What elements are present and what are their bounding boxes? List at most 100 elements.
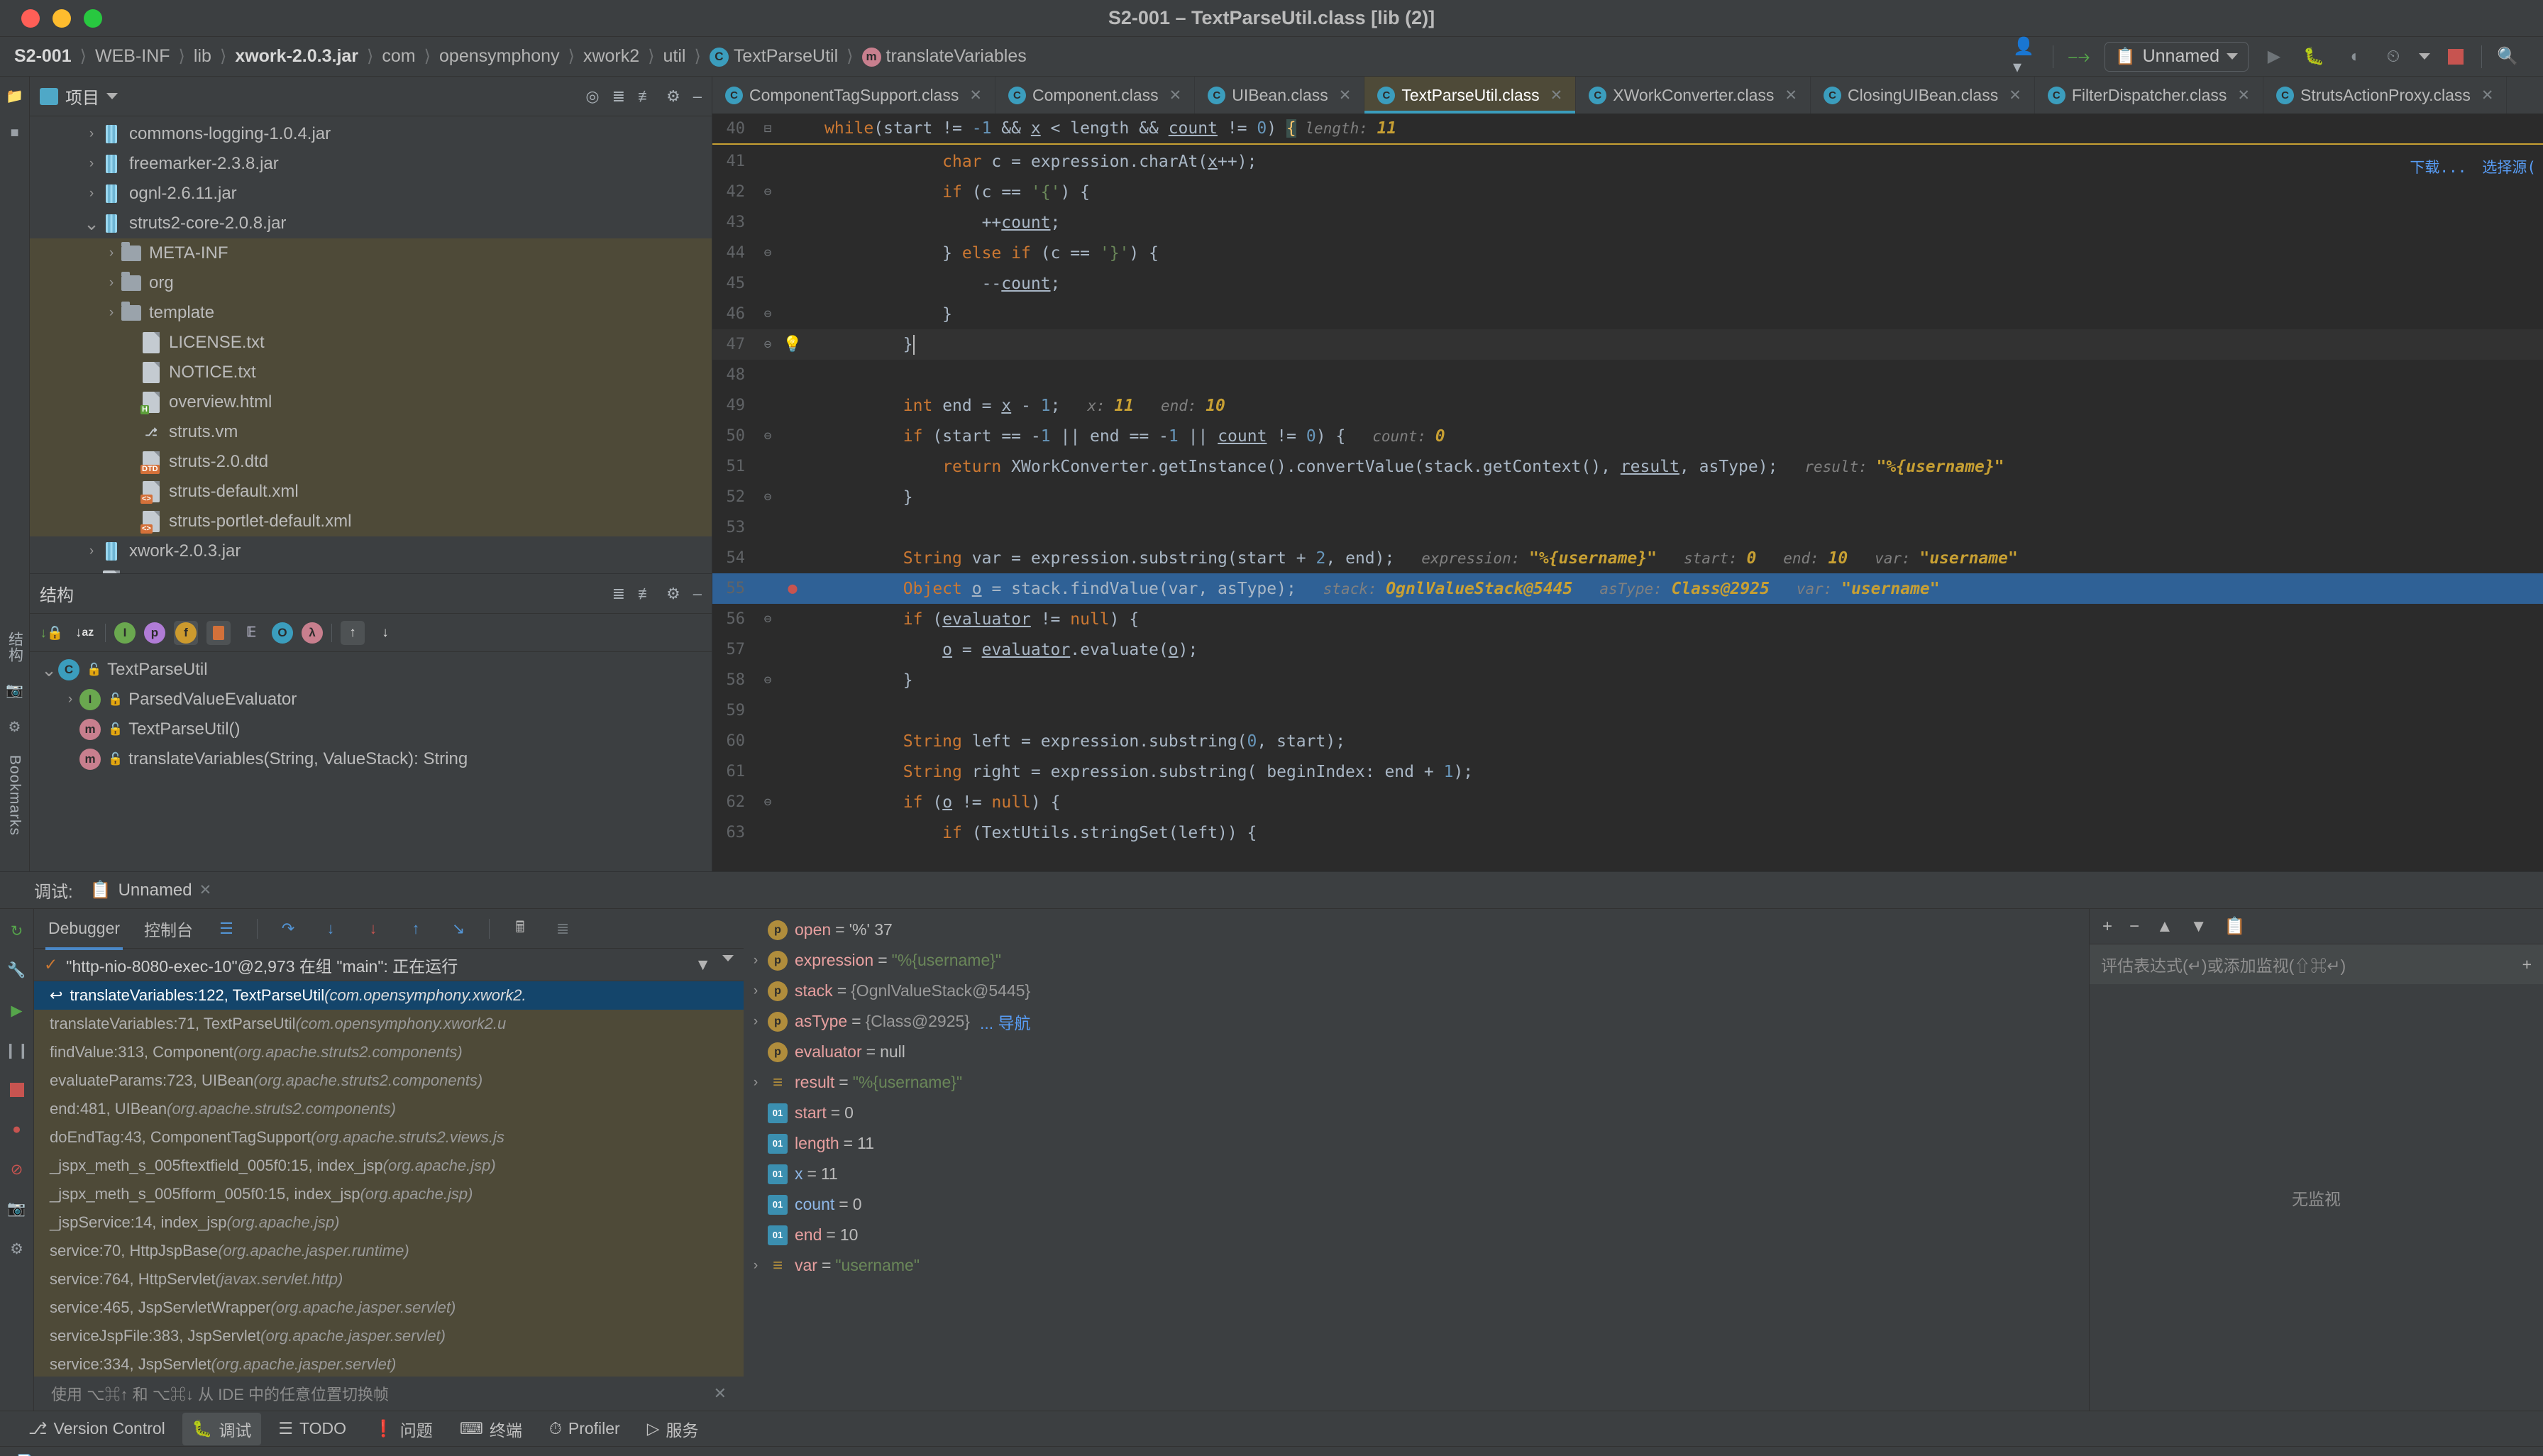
variable-row[interactable]: 01 start = 0: [744, 1098, 2089, 1128]
structure-item[interactable]: ⌄ C 🔓 TextParseUtil: [30, 655, 712, 685]
code-line[interactable]: 52 ⊖ }: [712, 482, 2543, 512]
show-properties-icon[interactable]: p: [144, 622, 165, 644]
profiler-icon[interactable]: ⏲: [2379, 43, 2407, 71]
search-icon[interactable]: 🔍: [2493, 43, 2522, 71]
variable-row[interactable]: › ≡ var = "username": [744, 1250, 2089, 1281]
close-icon[interactable]: ✕: [1169, 87, 1182, 104]
variable-row[interactable]: › p asType = {Class@2925}... 导航: [744, 1006, 2089, 1037]
fold-marker[interactable]: ⊖: [755, 673, 780, 688]
tree-item[interactable]: › template: [30, 298, 712, 328]
structure-item[interactable]: m 🔓 TextParseUtil(): [30, 715, 712, 744]
code-line[interactable]: 61 String right = expression.substring( …: [712, 756, 2543, 787]
mute-breakpoints-icon[interactable]: ⊘: [6, 1159, 28, 1180]
close-icon[interactable]: ✕: [2481, 87, 2494, 104]
line-number[interactable]: 52: [712, 488, 755, 506]
code-line[interactable]: 60 String left = expression.substring(0,…: [712, 726, 2543, 756]
tool-window-button[interactable]: ▷ 服务: [637, 1413, 709, 1445]
line-number[interactable]: 45: [712, 275, 755, 292]
run-configuration-selector[interactable]: 📋 Unnamed: [2104, 41, 2249, 72]
fold-marker[interactable]: ⊖: [755, 490, 780, 504]
line-number[interactable]: 46: [712, 305, 755, 323]
close-icon[interactable]: ✕: [969, 87, 982, 104]
code-lines[interactable]: 41 char c = expression.charAt(x++); 42 ⊖ i…: [712, 114, 2543, 848]
code-line[interactable]: 46 ⊖ }: [712, 299, 2543, 329]
chevron-right-icon[interactable]: ›: [82, 186, 101, 202]
fold-marker[interactable]: ⊖: [755, 307, 780, 321]
editor-tab[interactable]: C UIBean.class ✕: [1195, 77, 1365, 114]
show-execution-point-icon[interactable]: ☰: [214, 920, 238, 938]
caret-position[interactable]: 47:14: [2329, 1454, 2368, 1456]
line-number[interactable]: 51: [712, 458, 755, 475]
intention-bulb-icon[interactable]: 💡: [780, 336, 805, 353]
tree-item[interactable]: LICENSE.txt: [30, 328, 712, 358]
editor-tab[interactable]: C ComponentTagSupport.class ✕: [712, 77, 995, 114]
editor-tab[interactable]: C Component.class ✕: [995, 77, 1196, 114]
pause-icon[interactable]: ❙❙: [4, 1039, 29, 1061]
stack-frame[interactable]: service:764, HttpServlet (javax.servlet.…: [34, 1265, 744, 1294]
breadcrumb-item-lib[interactable]: lib: [191, 46, 214, 67]
code-line[interactable]: 41 char c = expression.charAt(x++);: [712, 146, 2543, 177]
stack-frame[interactable]: service:465, JspServletWrapper (org.apac…: [34, 1294, 744, 1322]
line-number[interactable]: 55: [712, 580, 755, 597]
code-line[interactable]: 50 ⊖ if (start == -1 || end == -1 || coun…: [712, 421, 2543, 451]
tree-item[interactable]: <>web.xml: [30, 566, 712, 573]
code-editor[interactable]: 40 ⊟ while(start != -1 && x < length && …: [712, 114, 2543, 871]
copy-icon[interactable]: 📋: [2224, 916, 2246, 937]
breadcrumb-item-xwork2[interactable]: xwork2: [580, 46, 642, 67]
remove-watch-icon[interactable]: −: [2129, 917, 2139, 937]
thread-selector[interactable]: ✓ "http-nio-8080-exec-10"@2,973 在组 "main…: [34, 949, 744, 981]
stack-frame[interactable]: findValue:313, Component (org.apache.str…: [34, 1038, 744, 1066]
hide-icon[interactable]: –: [693, 585, 702, 603]
line-separator[interactable]: LF: [2391, 1454, 2410, 1456]
stack-frame[interactable]: doEndTag:43, ComponentTagSupport (org.ap…: [34, 1123, 744, 1152]
tree-item[interactable]: <> struts-default.xml: [30, 477, 712, 507]
resume-icon[interactable]: ▶: [6, 1000, 28, 1021]
tree-item[interactable]: › org: [30, 268, 712, 298]
stack-frame[interactable]: _jspService:14, index_jsp (org.apache.js…: [34, 1208, 744, 1237]
chevron-down-icon[interactable]: [722, 955, 734, 961]
debug-session-tab[interactable]: 📋 Unnamed ✕: [83, 876, 224, 905]
user-icon[interactable]: 👤▾: [2013, 37, 2041, 77]
step-out-icon[interactable]: ↑: [404, 920, 428, 938]
watch-expression-input[interactable]: 评估表达式(↵)或添加监视(⇧⌘↵) +: [2090, 944, 2543, 984]
breadcrumb-item-opensymphony[interactable]: opensymphony: [436, 46, 563, 67]
stack-frame[interactable]: service:334, JspServlet (org.apache.jasp…: [34, 1350, 744, 1377]
close-icon[interactable]: ✕: [199, 881, 212, 899]
run-to-cursor-icon[interactable]: ↘: [446, 920, 470, 938]
close-icon[interactable]: ✕: [1550, 87, 1563, 104]
settings-wrench-icon[interactable]: 🔧: [6, 960, 28, 981]
show-non-public-icon[interactable]: [206, 620, 231, 645]
line-number[interactable]: 60: [712, 732, 755, 750]
tool-window-button[interactable]: ⏱ Profiler: [539, 1415, 630, 1443]
code-line[interactable]: 58 ⊖ }: [712, 665, 2543, 695]
filter-icon[interactable]: ▼: [695, 955, 711, 974]
line-number[interactable]: 59: [712, 702, 755, 719]
code-line[interactable]: 45 --count;: [712, 268, 2543, 299]
chevron-down-icon[interactable]: [106, 93, 118, 99]
build-hammer-icon[interactable]: ⤍: [2065, 43, 2093, 71]
run-coverage-icon[interactable]: ◖: [2339, 43, 2368, 71]
move-up-icon[interactable]: ▲: [2156, 917, 2173, 937]
line-number[interactable]: 43: [712, 214, 755, 231]
stack-frame[interactable]: evaluateParams:723, UIBean (org.apache.s…: [34, 1066, 744, 1095]
stack-frame[interactable]: translateVariables:71, TextParseUtil (co…: [34, 1010, 744, 1038]
fold-marker[interactable]: ⊖: [755, 184, 780, 199]
tool-window-button[interactable]: ⌨ 终端: [450, 1413, 532, 1445]
show-interfaces-icon[interactable]: O: [272, 622, 293, 644]
stack-frame[interactable]: serviceJspFile:383, JspServlet (org.apac…: [34, 1322, 744, 1350]
line-number[interactable]: 61: [712, 763, 755, 781]
tree-item[interactable]: › xwork-2.0.3.jar: [30, 536, 712, 566]
variable-row[interactable]: › p stack = {OgnlValueStack@5445}: [744, 976, 2089, 1006]
stack-frame[interactable]: service:70, HttpJspBase (org.apache.jasp…: [34, 1237, 744, 1265]
show-anonymous-icon[interactable]: 𝔼: [239, 621, 263, 645]
breakpoint-icon[interactable]: ●: [780, 580, 805, 597]
camera-icon[interactable]: 📷: [6, 681, 24, 700]
close-icon[interactable]: ✕: [1784, 87, 1797, 104]
breadcrumb-item-webinf[interactable]: WEB-INF: [92, 46, 173, 67]
step-into-icon[interactable]: ↓: [319, 920, 343, 938]
code-line[interactable]: 42 ⊖ if (c == '{') {: [712, 177, 2543, 207]
breadcrumb-item-method[interactable]: m translateVariables: [859, 46, 1030, 67]
variable-row[interactable]: 01 x = 11: [744, 1159, 2089, 1189]
settings-gear-icon[interactable]: ⚙: [666, 585, 680, 603]
file-encoding[interactable]: UTF-8: [2432, 1454, 2476, 1456]
